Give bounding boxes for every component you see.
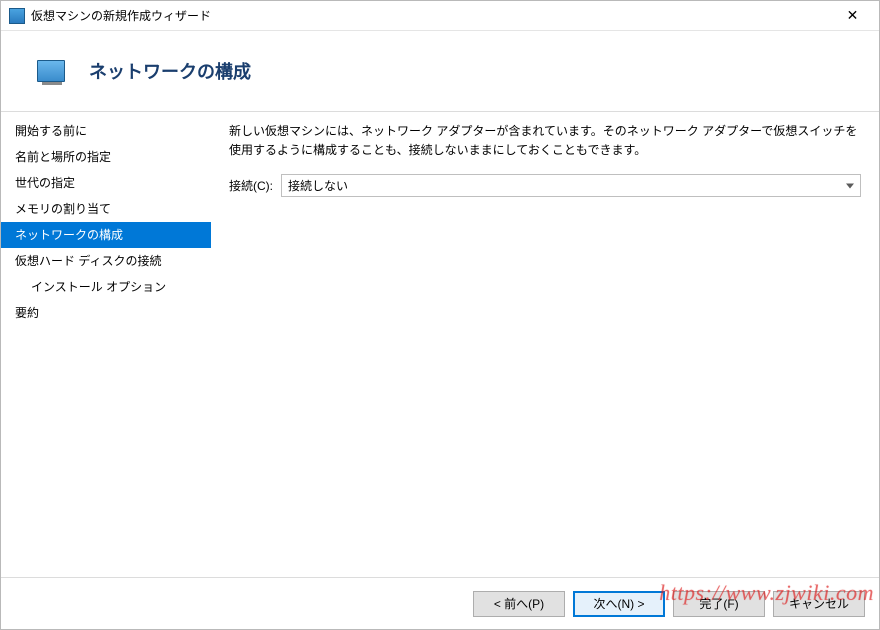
previous-button[interactable]: < 前へ(P) [473,591,565,617]
step-install-options[interactable]: インストール オプション [1,274,211,300]
step-memory[interactable]: メモリの割り当て [1,196,211,222]
next-button[interactable]: 次へ(N) > [573,591,665,617]
page-heading: ネットワークの構成 [89,58,251,84]
step-generation[interactable]: 世代の指定 [1,170,211,196]
connection-label: 接続(C): [229,177,273,194]
titlebar: 仮想マシンの新規作成ウィザード ✕ [1,1,879,31]
wizard-body: 開始する前に 名前と場所の指定 世代の指定 メモリの割り当て ネットワークの構成… [1,111,879,577]
monitor-icon [37,60,65,82]
app-icon [9,8,25,24]
wizard-window: 仮想マシンの新規作成ウィザード ✕ ネットワークの構成 開始する前に 名前と場所… [0,0,880,630]
step-summary[interactable]: 要約 [1,300,211,326]
connection-value: 接続しない [288,177,348,194]
connection-row: 接続(C): 接続しない [229,174,861,197]
finish-button[interactable]: 完了(F) [673,591,765,617]
connection-dropdown[interactable]: 接続しない [281,174,861,197]
chevron-down-icon [846,183,854,188]
window-title: 仮想マシンの新規作成ウィザード [31,7,830,24]
wizard-footer: < 前へ(P) 次へ(N) > 完了(F) キャンセル [1,577,879,629]
content-pane: 新しい仮想マシンには、ネットワーク アダプターが含まれています。そのネットワーク… [211,112,879,577]
wizard-header: ネットワークの構成 [1,31,879,111]
step-vhd[interactable]: 仮想ハード ディスクの接続 [1,248,211,274]
step-before-you-begin[interactable]: 開始する前に [1,118,211,144]
close-icon: ✕ [847,7,859,24]
close-button[interactable]: ✕ [830,2,875,30]
steps-sidebar: 開始する前に 名前と場所の指定 世代の指定 メモリの割り当て ネットワークの構成… [1,112,211,577]
description-text: 新しい仮想マシンには、ネットワーク アダプターが含まれています。そのネットワーク… [229,122,861,160]
step-network[interactable]: ネットワークの構成 [1,222,211,248]
step-name-location[interactable]: 名前と場所の指定 [1,144,211,170]
cancel-button[interactable]: キャンセル [773,591,865,617]
